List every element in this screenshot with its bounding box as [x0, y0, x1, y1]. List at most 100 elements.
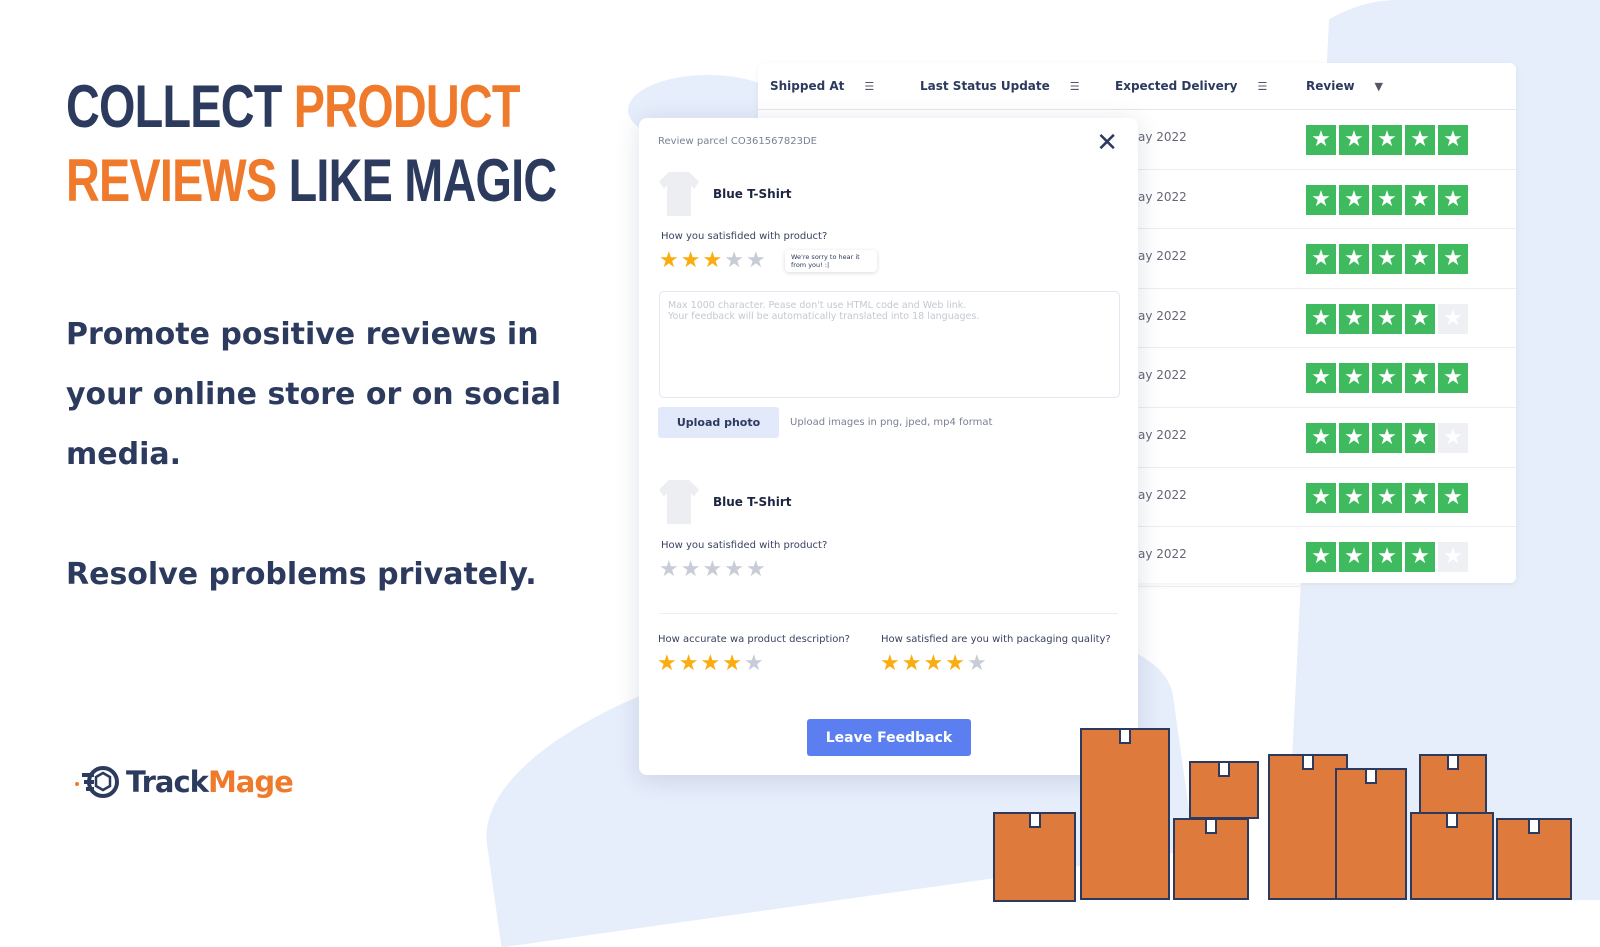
expected-delivery-date: ay 2022 — [1138, 487, 1187, 502]
upload-photo-button[interactable]: Upload photo — [658, 407, 779, 438]
star-icon: ★ — [1339, 482, 1369, 513]
star-icon: ★ — [1339, 542, 1369, 573]
star-icon: ★ — [1306, 482, 1336, 513]
resolve-text: Resolve problems privately. — [66, 557, 537, 592]
star-icon: ★ — [1405, 423, 1435, 453]
star-icon: ★ — [1339, 244, 1369, 275]
star-icon: ★ — [1339, 303, 1369, 334]
star-icon: ★ — [1306, 184, 1336, 215]
promo-text: Promote positive reviews in your online … — [66, 317, 562, 472]
review-stars: ★ ★ ★ ★ ★ — [1306, 542, 1468, 573]
star-icon: ★ — [1405, 184, 1435, 215]
star-icon[interactable]: ★ — [700, 653, 720, 675]
review-stars: ★ ★ ★ ★ ★ — [1306, 244, 1468, 275]
product-item: Blue T-Shirt — [659, 480, 791, 524]
star-icon: ★ — [1372, 423, 1402, 453]
star-icon: ★ — [1405, 244, 1435, 275]
close-icon[interactable]: ✕ — [1096, 128, 1118, 158]
star-icon: ★ — [1438, 303, 1468, 334]
column-shipped-at[interactable]: Shipped At ☰ — [770, 63, 874, 109]
star-icon[interactable]: ★ — [724, 250, 744, 272]
star-icon: ★ — [1306, 542, 1336, 573]
description-question: How accurate wa product description? — [658, 634, 850, 645]
star-icon: ★ — [1405, 363, 1435, 394]
expected-delivery-date: ay 2022 — [1138, 189, 1187, 204]
star-icon[interactable]: ★ — [679, 653, 699, 675]
star-icon: ★ — [1405, 482, 1435, 513]
star-icon: ★ — [1306, 423, 1336, 453]
star-icon[interactable]: ★ — [746, 250, 766, 272]
review-stars: ★ ★ ★ ★ ★ — [1306, 423, 1468, 453]
star-icon: ★ — [1306, 363, 1336, 394]
star-icon[interactable]: ★ — [746, 559, 766, 581]
star-icon: ★ — [1372, 363, 1402, 394]
star-icon[interactable]: ★ — [923, 653, 943, 675]
leave-feedback-button[interactable]: Leave Feedback — [807, 719, 971, 756]
star-icon[interactable]: ★ — [681, 559, 701, 581]
star-icon[interactable]: ★ — [967, 653, 987, 675]
star-icon[interactable]: ★ — [702, 250, 722, 272]
star-icon[interactable]: ★ — [945, 653, 965, 675]
star-icon: ★ — [1405, 542, 1435, 573]
product-rating-2[interactable]: ★ ★ ★ ★ ★ — [659, 559, 766, 581]
question-label: How you satisfided with product? — [661, 540, 828, 551]
description-rating[interactable]: ★ ★ ★ ★ ★ — [657, 653, 764, 675]
star-icon: ★ — [1306, 303, 1336, 334]
product-item: Blue T-Shirt — [659, 172, 791, 216]
star-icon: ★ — [1306, 244, 1336, 275]
tshirt-image — [659, 172, 699, 216]
product-rating-1[interactable]: ★ ★ ★ ★ ★ — [659, 250, 766, 272]
column-expected-delivery[interactable]: Expected Delivery ☰ — [1115, 63, 1267, 109]
star-icon: ★ — [1438, 184, 1468, 215]
star-icon[interactable]: ★ — [724, 559, 744, 581]
rating-tooltip: We're sorry to hear it from you! :| — [785, 250, 877, 272]
divider — [659, 613, 1118, 614]
headline: COLLECT PRODUCT REVIEWS LIKE MAGIC — [66, 73, 557, 214]
star-icon[interactable]: ★ — [659, 250, 679, 272]
star-icon: ★ — [1339, 184, 1369, 215]
expected-delivery-date: ay 2022 — [1138, 547, 1187, 562]
star-icon[interactable]: ★ — [702, 559, 722, 581]
star-icon[interactable]: ★ — [902, 653, 922, 675]
tshirt-image — [659, 480, 699, 524]
review-stars: ★ ★ ★ ★ ★ — [1306, 125, 1468, 155]
expected-delivery-date: ay 2022 — [1138, 368, 1187, 383]
expected-delivery-date: ay 2022 — [1138, 249, 1187, 264]
filter-icon: ☰ — [1069, 79, 1080, 93]
review-stars: ★ ★ ★ ★ ★ — [1306, 363, 1468, 394]
star-icon: ★ — [1438, 244, 1468, 275]
star-icon[interactable]: ★ — [659, 559, 679, 581]
star-icon[interactable]: ★ — [880, 653, 900, 675]
star-icon: ★ — [1438, 125, 1468, 155]
trackmage-logo: TrackMage — [74, 765, 294, 799]
star-icon: ★ — [1306, 125, 1336, 155]
column-last-status-update[interactable]: Last Status Update ☰ — [920, 63, 1080, 109]
star-icon: ★ — [1339, 363, 1369, 394]
star-icon[interactable]: ★ — [681, 250, 701, 272]
packaging-question: How satisfied are you with packaging qua… — [881, 634, 1111, 645]
review-modal: Review parcel CO361567823DE ✕ Blue T-Shi… — [639, 118, 1138, 775]
filter-icon: ☰ — [864, 79, 875, 93]
star-icon[interactable]: ★ — [657, 653, 677, 675]
feedback-textarea[interactable] — [659, 291, 1120, 398]
star-icon: ★ — [1372, 303, 1402, 334]
star-icon[interactable]: ★ — [722, 653, 742, 675]
star-icon: ★ — [1438, 542, 1468, 573]
star-icon[interactable]: ★ — [744, 653, 764, 675]
star-icon: ★ — [1405, 125, 1435, 155]
review-stars: ★ ★ ★ ★ ★ — [1306, 184, 1468, 215]
upload-hint: Upload images in png, jped, mp4 format — [790, 417, 993, 428]
star-icon: ★ — [1372, 542, 1402, 573]
star-icon: ★ — [1438, 423, 1468, 453]
star-icon: ★ — [1339, 423, 1369, 453]
question-label: How you satisfided with product? — [661, 231, 828, 242]
review-stars: ★ ★ ★ ★ ★ — [1306, 303, 1468, 334]
filter-icon: ☰ — [1257, 79, 1268, 93]
column-review[interactable]: Review ▼ — [1306, 63, 1383, 109]
star-icon: ★ — [1339, 125, 1369, 155]
star-icon: ★ — [1372, 482, 1402, 513]
star-icon: ★ — [1372, 184, 1402, 215]
star-icon: ★ — [1372, 244, 1402, 275]
packaging-rating[interactable]: ★ ★ ★ ★ ★ — [880, 653, 987, 675]
review-stars: ★ ★ ★ ★ ★ — [1306, 482, 1468, 513]
